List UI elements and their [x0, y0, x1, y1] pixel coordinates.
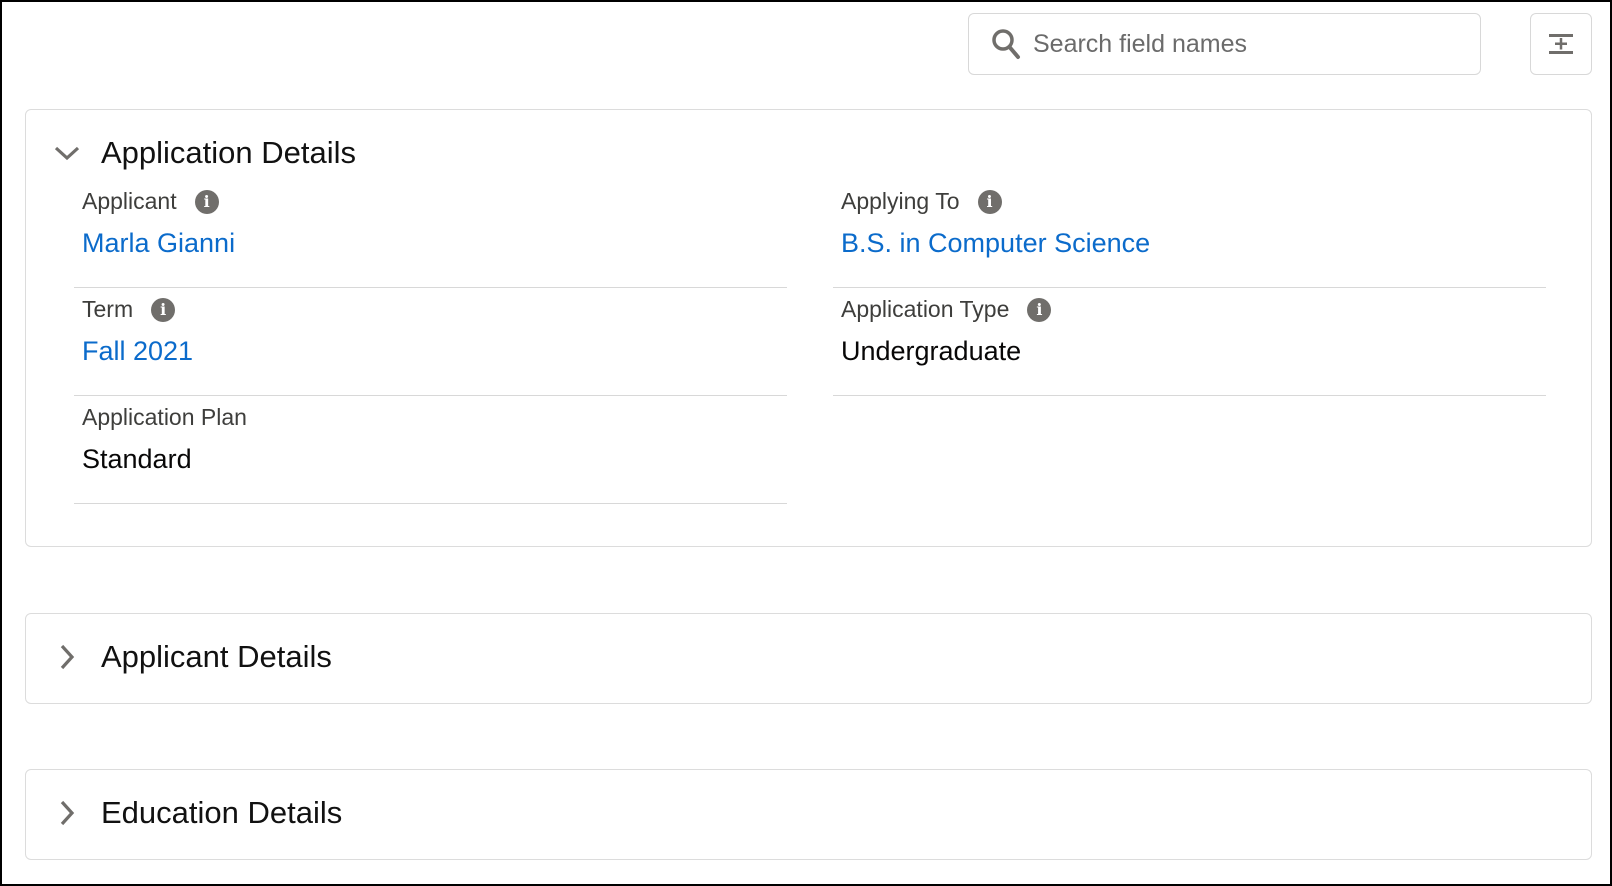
- field-label: Application Plan: [82, 404, 247, 430]
- expand-collapse-all-button[interactable]: [1530, 13, 1592, 75]
- section-application-details: Application Details Applicant i Marla Gia…: [25, 109, 1592, 547]
- field-label: Applicant: [82, 188, 177, 214]
- field-applicant: Applicant i Marla Gianni: [74, 180, 787, 288]
- section-title: Applicant Details: [101, 639, 332, 674]
- section-applicant-details: Applicant Details: [25, 613, 1592, 704]
- info-icon[interactable]: i: [1027, 297, 1052, 322]
- field-value: Undergraduate: [841, 336, 1022, 366]
- field-label: Term: [82, 296, 134, 322]
- search-icon: [992, 29, 1020, 59]
- field-value-link[interactable]: B.S. in Computer Science: [841, 228, 1150, 259]
- section-header-applicant-details[interactable]: Applicant Details: [53, 639, 332, 675]
- info-icon[interactable]: i: [977, 189, 1002, 214]
- field-value-link[interactable]: Fall 2021: [82, 336, 193, 367]
- expand-all-icon: [1549, 34, 1573, 54]
- field-label: Applying To: [841, 188, 960, 214]
- chevron-down-icon: [54, 146, 80, 161]
- chevron-right-icon: [60, 800, 75, 826]
- chevron-right-icon: [60, 644, 75, 670]
- field-applying-to: Applying To i B.S. in Computer Science: [833, 180, 1546, 288]
- section-education-details: Education Details: [25, 769, 1592, 860]
- info-icon[interactable]: i: [194, 189, 219, 214]
- field-label: Application Type: [841, 296, 1010, 322]
- search-input[interactable]: [1033, 29, 1453, 59]
- field-value: Standard: [82, 444, 192, 474]
- search-field[interactable]: [968, 13, 1481, 75]
- field-term: Term i Fall 2021: [74, 288, 787, 396]
- field-value-link[interactable]: Marla Gianni: [82, 228, 235, 259]
- field-application-plan: Application Plan Standard: [74, 396, 787, 504]
- field-application-type: Application Type i Undergraduate: [833, 288, 1546, 396]
- section-title: Education Details: [101, 795, 343, 830]
- section-title: Application Details: [101, 135, 357, 170]
- section-header-education-details[interactable]: Education Details: [53, 795, 342, 831]
- section-header-application-details[interactable]: Application Details: [53, 135, 356, 171]
- info-icon[interactable]: i: [151, 297, 176, 322]
